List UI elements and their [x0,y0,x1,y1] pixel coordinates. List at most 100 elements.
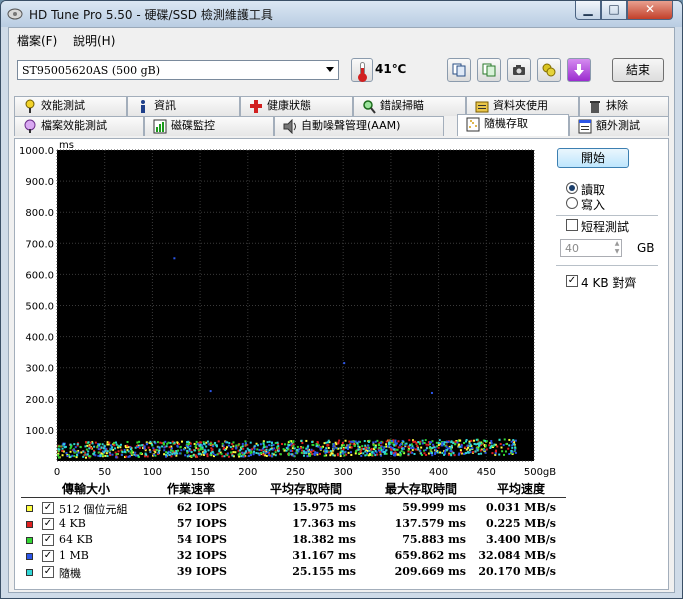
column-header: 傳輸大小 [61,482,110,496]
table-row: ✓ 64 KB 54 IOPS 18.382 ms 75.883 ms 3.400 MB/… [21,532,566,548]
drive-select[interactable]: ST95005620AS (500 gB) [17,60,339,80]
tab-folder-usage[interactable]: 資料夾使用 [466,96,579,116]
start-button[interactable]: 開始 [557,148,629,168]
extra-tests-icon [578,119,592,134]
drive-select-value: ST95005620AS (500 gB) [22,64,161,77]
screenshot-button[interactable] [507,58,531,82]
menu-file[interactable]: 檔案(F) [17,32,57,49]
avg-access-time: 31.167 ms [292,549,356,562]
max-access-time: 209.669 ms [394,565,466,578]
short-test-checkbox[interactable] [566,219,578,231]
max-access-time: 75.883 ms [402,533,466,546]
tab-benchmark[interactable]: 效能測試 [14,96,127,116]
tab-disk-monitor[interactable]: 磁碟監控 [144,116,274,136]
write-radio[interactable] [566,197,578,209]
avg-speed: 20.170 MB/s [478,565,556,578]
align-4kb-checkbox[interactable]: ✓ [566,275,578,287]
tab-label: 資訊 [154,99,176,112]
tab-erase[interactable]: 抹除 [579,96,669,116]
max-access-time: 659.862 ms [394,549,466,562]
menu-bar: 檔案(F) 說明(H) [9,28,674,48]
table-row: ✓ 4 KB 57 IOPS 17.363 ms 137.579 ms 0.225 MB/… [21,516,566,532]
save-button[interactable] [567,58,591,82]
tab-label: 隨機存取 [484,117,528,130]
copy-icon [452,63,466,77]
thermometer-icon [351,58,373,82]
operation-rate: 57 IOPS [176,517,227,530]
table-row: ✓ 隨機 39 IOPS 25.155 ms 209.669 ms 20.170 MB/s [21,564,566,580]
series-color-swatch [26,521,33,528]
chevron-down-icon [326,67,334,72]
copy-text-button[interactable] [477,58,501,82]
operation-rate: 54 IOPS [176,533,227,546]
avg-access-time: 17.363 ms [292,517,356,530]
temperature-value: 41℃ [375,62,407,76]
random-access-icon [466,117,480,132]
options-icon [542,63,556,77]
transfer-size: 4 KB [59,517,86,530]
erase-icon [590,101,600,113]
app-window: HD Tune Pro 5.50 - 硬碟/SSD 檢測維護工具 ▁ □ ✕ 檔… [0,0,683,599]
tab-random-access[interactable]: 隨機存取 [457,114,569,136]
avg-access-time: 25.155 ms [292,565,356,578]
copy-info-button[interactable] [447,58,471,82]
series-checkbox[interactable]: ✓ [42,534,54,546]
options-button[interactable] [537,58,561,82]
divider [556,215,658,216]
speaker-icon [283,119,296,134]
tab-info[interactable]: 資訊 [127,96,240,116]
column-header: 作業速率 [166,482,215,496]
exit-button[interactable]: 結束 [612,58,664,82]
tab-aam[interactable]: 自動噪聲管理(AAM) [274,116,444,136]
tab-label: 自動噪聲管理(AAM) [301,119,401,132]
menu-help[interactable]: 說明(H) [73,32,115,49]
series-checkbox[interactable]: ✓ [42,550,54,562]
tab-label: 額外測試 [596,119,640,132]
transfer-size: 64 KB [59,533,93,546]
series-checkbox[interactable]: ✓ [42,518,54,530]
avg-access-time: 18.382 ms [292,533,356,546]
tab-error-scan[interactable]: 錯誤掃瞄 [353,96,466,116]
avg-access-time: 15.975 ms [292,501,356,514]
table-header-rule [21,497,566,498]
spin-up-icon[interactable]: ▲ [613,240,621,248]
tab-file-benchmark[interactable]: 檔案效能測試 [14,116,144,136]
download-arrow-icon [574,64,584,76]
series-color-swatch [26,537,33,544]
tab-label: 資料夾使用 [493,99,548,112]
align-4kb-label: 4 KB 對齊 [581,276,637,290]
short-test-label: 短程測試 [581,220,630,234]
tab-label: 抹除 [606,99,628,112]
divider [556,265,658,266]
series-checkbox[interactable]: ✓ [42,566,54,578]
tab-label: 錯誤掃瞄 [380,99,424,112]
maximize-button[interactable]: □ [601,1,627,20]
window-title: HD Tune Pro 5.50 - 硬碟/SSD 檢測維護工具 [29,8,273,22]
write-label: 寫入 [581,198,606,212]
tab-extra-tests[interactable]: 額外測試 [569,116,669,136]
minimize-button[interactable]: ▁ [575,1,601,20]
close-button[interactable]: ✕ [627,1,673,20]
avg-speed: 3.400 MB/s [486,533,556,546]
toolbar: ST95005620AS (500 gB) 41℃ 結束 [9,50,674,90]
table-row: ✓ 1 MB 32 IOPS 31.167 ms 659.862 ms 32.084 MB… [21,548,566,564]
series-checkbox[interactable]: ✓ [42,502,54,514]
transfer-size: 512 個位元組 [59,503,128,516]
app-logo-icon [7,8,23,20]
folder-usage-icon [475,101,489,113]
tab-label: 檔案效能測試 [41,119,107,132]
health-icon [250,100,262,113]
column-header: 最大存取時間 [384,482,457,496]
read-radio[interactable] [566,182,578,194]
file-benchmark-icon [24,119,36,133]
avg-speed: 0.031 MB/s [486,501,556,514]
operation-rate: 62 IOPS [176,501,227,514]
info-icon [141,100,145,113]
spin-down-icon[interactable]: ▼ [613,248,621,256]
avg-speed: 32.084 MB/s [478,549,556,562]
column-header: 平均存取時間 [269,482,342,496]
tab-health[interactable]: 健康狀態 [240,96,353,116]
title-bar: HD Tune Pro 5.50 - 硬碟/SSD 檢測維護工具 ▁ □ ✕ [1,1,682,27]
copy-text-icon [482,63,496,77]
tab-label: 磁碟監控 [171,119,215,132]
